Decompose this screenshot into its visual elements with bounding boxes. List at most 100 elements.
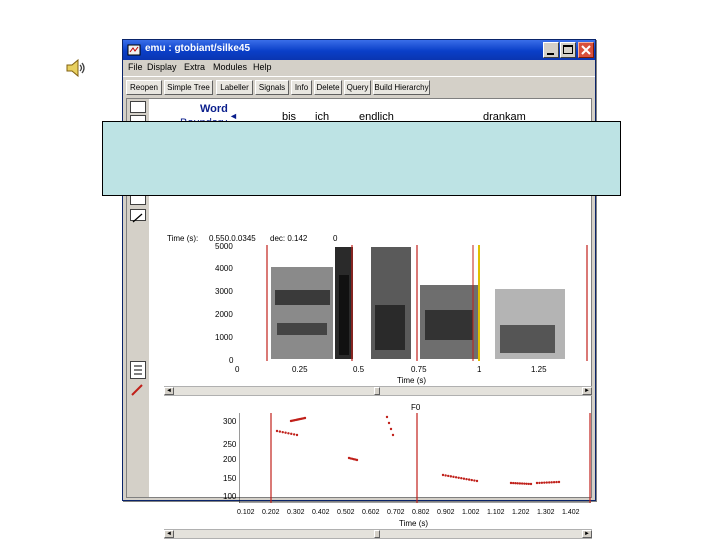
f0-point	[290, 432, 293, 436]
spectrogram-plot[interactable]	[235, 245, 591, 361]
spec-y-tick: 1000	[215, 333, 233, 342]
menu-display[interactable]: Display	[147, 62, 177, 72]
f0-x-ticks-0: 0.102	[237, 509, 255, 516]
pencil-icon	[132, 213, 143, 223]
menu-modules[interactable]: Modules	[213, 62, 247, 72]
f0-point	[281, 430, 284, 434]
f0-point	[462, 477, 466, 480]
f0-point	[523, 482, 526, 485]
f0-y-tick: 100	[223, 492, 237, 501]
f0-point	[287, 432, 290, 435]
spec-x-tick: 0.5	[353, 365, 365, 374]
f0-point	[475, 479, 479, 483]
maximize-button[interactable]	[560, 42, 576, 58]
build-hierarchy-button[interactable]: Build Hierarchy	[373, 80, 430, 95]
spec-y-tick: 4000	[215, 264, 233, 273]
scroll-right-icon[interactable]: ►	[582, 530, 592, 538]
f0-point	[543, 481, 546, 484]
tier-label-word: Word	[200, 103, 228, 115]
simple-tree-button[interactable]: Simple Tree	[164, 80, 213, 95]
labeller-button[interactable]: Labeller	[216, 80, 253, 95]
f0-point	[520, 482, 524, 485]
emu-window: emu : gtobiant/silke45 File Display Extr…	[122, 39, 596, 539]
f0-y-tick: 250	[223, 440, 237, 449]
f0-point	[540, 481, 544, 484]
close-button[interactable]	[578, 42, 594, 58]
spec-x-tick: 0	[235, 365, 240, 374]
spec-y-tick: 3000	[215, 287, 233, 296]
f0-x-ticks-7: 0.802	[412, 509, 430, 516]
f0-x-ticks-1: 0.202	[262, 509, 280, 516]
f0-point	[470, 478, 473, 482]
minimize-button[interactable]	[543, 42, 559, 58]
spec-x-tick: 0.75	[411, 365, 427, 374]
info-button[interactable]: Info	[291, 80, 312, 95]
menu-extra[interactable]: Extra	[184, 62, 205, 72]
f0-point	[555, 480, 558, 484]
menu-help[interactable]: Help	[253, 62, 272, 72]
f0-scrollbar[interactable]: ◄ ►	[164, 529, 592, 539]
side-button-1[interactable]	[130, 101, 146, 113]
f0-point	[389, 427, 393, 431]
f0-point	[278, 430, 282, 433]
f0-point	[452, 475, 455, 479]
scroll-left-icon[interactable]: ◄	[164, 387, 174, 395]
title-bar[interactable]: emu : gtobiant/silke45	[123, 40, 595, 60]
speaker-icon[interactable]	[64, 56, 88, 80]
f0-point	[441, 473, 445, 477]
f0-point	[465, 477, 468, 481]
f0-point	[525, 482, 528, 485]
f0-point	[387, 421, 391, 425]
f0-point	[557, 480, 561, 484]
f0-x-ticks-12: 1.302	[537, 509, 555, 516]
f0-menu-button[interactable]	[130, 361, 146, 379]
menu-file[interactable]: File	[128, 62, 143, 72]
menu-bar: File Display Extra Modules Help	[123, 60, 595, 75]
spectrogram-scrollbar[interactable]: ◄ ►	[164, 386, 592, 396]
reopen-button[interactable]: Reopen	[126, 80, 162, 95]
f0-point	[518, 482, 522, 485]
f0-x-ticks-13: 1.402	[562, 509, 580, 516]
window-title: emu : gtobiant/silke45	[145, 43, 251, 54]
scroll-left-icon[interactable]: ◄	[164, 530, 174, 538]
f0-point	[509, 481, 513, 485]
spec-info-dec: dec: 0.142	[270, 234, 308, 243]
pencil-tool[interactable]	[130, 209, 146, 223]
close-icon	[581, 45, 591, 55]
spec-x-tick: 1	[477, 365, 482, 374]
f0-point	[303, 416, 307, 420]
f0-point	[552, 481, 556, 484]
spec-x-label: Time (s)	[397, 376, 427, 385]
f0-y-tick: 300	[223, 417, 237, 426]
f0-point	[550, 481, 553, 484]
delete-button[interactable]: Delete	[314, 80, 342, 95]
f0-point	[473, 479, 476, 482]
spec-y-tick: 0	[229, 356, 234, 365]
f0-point	[355, 458, 359, 462]
spec-x-tick: 0.25	[292, 365, 308, 374]
f0-point	[454, 476, 458, 479]
scroll-thumb[interactable]	[374, 530, 380, 538]
f0-point	[516, 482, 519, 485]
f0-point	[292, 433, 296, 436]
scroll-thumb[interactable]	[374, 387, 380, 395]
f0-x-ticks-6: 0.702	[387, 509, 405, 516]
f0-y-tick: 150	[223, 474, 237, 483]
toolbar: Reopen Simple Tree Labeller Signals Info…	[123, 76, 595, 98]
lines-icon	[134, 365, 142, 375]
f0-title: F0	[411, 403, 421, 412]
f0-x-ticks-4: 0.502	[337, 509, 355, 516]
f0-x-ticks-3: 0.402	[312, 509, 330, 516]
query-button[interactable]: Query	[344, 80, 371, 95]
f0-plot[interactable]	[239, 413, 591, 503]
f0-point	[545, 481, 548, 484]
signals-button[interactable]: Signals	[255, 80, 289, 95]
scroll-right-icon[interactable]: ►	[582, 387, 592, 395]
f0-point	[275, 429, 279, 433]
arrow-icon: ◄	[229, 111, 238, 121]
f0-point	[295, 433, 299, 437]
f0-point	[512, 481, 515, 485]
f0-x-ticks-8: 0.902	[437, 509, 455, 516]
pencil-red-icon[interactable]	[130, 383, 146, 397]
f0-x-ticks-9: 1.002	[462, 509, 480, 516]
